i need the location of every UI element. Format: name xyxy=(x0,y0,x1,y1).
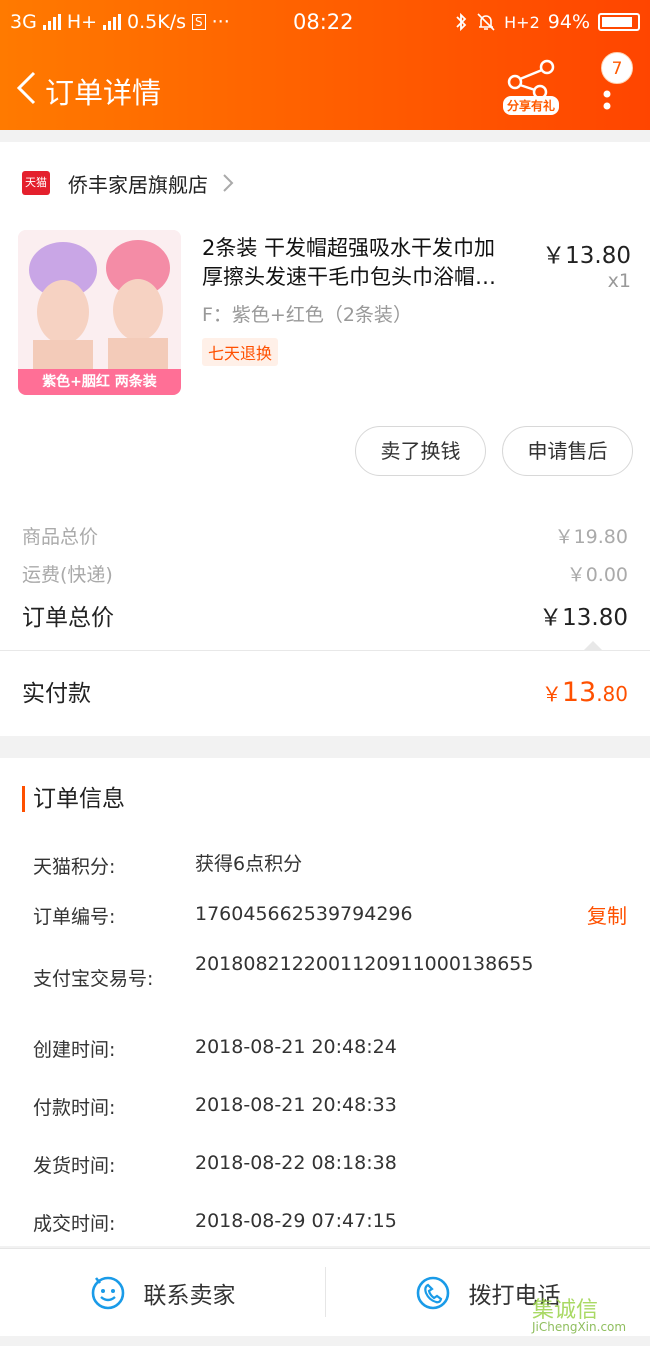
info-value: 2018-08-22 08:18:38 xyxy=(195,1152,397,1174)
battery-percent: 94% xyxy=(547,11,590,33)
info-key: 支付宝交易号: xyxy=(33,968,154,990)
share-gift-label[interactable]: 分享有礼 xyxy=(503,96,560,115)
shop-name: 侨丰家居旗舰店 xyxy=(68,172,208,197)
status-right: H+2 94% xyxy=(454,11,640,33)
info-value: 2018-08-29 07:47:15 xyxy=(195,1210,397,1232)
goods-total-row: 商品总价 ￥19.80 xyxy=(22,522,628,549)
product-quantity: x1 xyxy=(607,270,631,292)
sell-resell-button[interactable]: 卖了换钱 xyxy=(355,426,486,476)
product-title-line-2: 厚擦头发速干毛巾包头巾浴帽… xyxy=(202,265,496,289)
status-time: 08:22 xyxy=(293,10,354,34)
page-title: 订单详情 xyxy=(45,76,162,110)
network-speed: 0.5K/s xyxy=(127,11,187,33)
order-total-label: 订单总价 xyxy=(22,605,114,631)
status-left: 3G H+ 0.5K/s S ··· xyxy=(10,11,230,33)
paid-decimal: .80 xyxy=(596,682,628,706)
info-value: 176045662539794296 xyxy=(195,903,413,925)
goods-total-value: ￥19.80 xyxy=(554,526,628,548)
order-card: 天猫 侨丰家居旗舰店 紫色+胭红 两条装 2条装 干发帽超强吸水干发巾加 厚擦头… xyxy=(0,142,650,736)
more-dots: ··· xyxy=(211,11,230,33)
app-header: 3G H+ 0.5K/s S ··· 08:22 H+2 94% 订单详情 分享… xyxy=(0,0,650,130)
paid-integer: 13 xyxy=(561,677,597,708)
network-hplus-label: H+ xyxy=(66,11,98,33)
copy-order-number-button[interactable]: 复制 xyxy=(587,900,627,929)
after-sale-button[interactable]: 申请售后 xyxy=(502,426,633,476)
product-title[interactable]: 2条装 干发帽超强吸水干发巾加 厚擦头发速干毛巾包头巾浴帽… xyxy=(202,234,542,292)
info-value: 2018-08-21 20:48:24 xyxy=(195,1036,397,1058)
shipping-label: 运费(快递) xyxy=(22,564,113,586)
info-key: 订单编号: xyxy=(33,906,116,928)
paid-label: 实付款 xyxy=(22,681,91,707)
bluetooth-icon xyxy=(456,12,467,32)
product-title-line-1: 2条装 干发帽超强吸水干发巾加 xyxy=(202,236,496,260)
order-total-value: ￥13.80 xyxy=(539,605,628,631)
contact-seller-label: 联系卖家 xyxy=(143,1283,236,1309)
info-key: 付款时间: xyxy=(33,1097,116,1119)
site-watermark: 集诚信 JiChengXin.com xyxy=(532,1292,626,1334)
navbar: 订单详情 分享有礼 7 xyxy=(0,52,650,118)
sim-icon: S xyxy=(192,14,206,30)
network-h2-label: H+2 xyxy=(504,12,540,32)
info-key: 天猫积分: xyxy=(33,856,116,878)
order-info-section: 订单信息 天猫积分: 获得6点积分 订单编号: 1760456625397942… xyxy=(0,758,650,1246)
watermark-subtext: JiChengXin.com xyxy=(532,1320,627,1334)
signal-icon xyxy=(42,14,61,30)
divider xyxy=(0,650,650,651)
product-price: ￥13.80 xyxy=(542,243,631,269)
shipping-value: ￥0.00 xyxy=(566,564,628,586)
battery-icon xyxy=(598,13,640,31)
product-image-caption: 紫色+胭红 两条装 xyxy=(18,369,181,395)
phone-icon xyxy=(416,1276,449,1310)
mute-alarm-icon xyxy=(477,13,495,31)
product-sku: F：紫色+红色（2条装） xyxy=(202,304,412,326)
tmall-logo-icon: 天猫 xyxy=(22,171,50,195)
shop-link[interactable]: 天猫 侨丰家居旗舰店 xyxy=(22,166,234,200)
order-info-title: 订单信息 xyxy=(22,786,125,812)
goods-total-label: 商品总价 xyxy=(22,526,99,548)
info-value: 获得6点积分 xyxy=(195,853,303,875)
info-key: 创建时间: xyxy=(33,1039,116,1061)
paid-amount: ￥13.80 xyxy=(542,677,628,708)
contact-seller-button[interactable]: 联系卖家 xyxy=(0,1249,325,1337)
info-value: 2018-08-21 20:48:33 xyxy=(195,1094,397,1116)
paid-row: 实付款 ￥13.80 xyxy=(22,674,628,708)
message-count-badge[interactable]: 7 xyxy=(601,52,633,84)
info-key: 发货时间: xyxy=(33,1155,116,1177)
return-policy-tag: 七天退换 xyxy=(202,338,279,366)
status-bar: 3G H+ 0.5K/s S ··· 08:22 H+2 94% xyxy=(0,8,650,38)
network-3g-label: 3G xyxy=(10,11,37,33)
shipping-row: 运费(快递) ￥0.00 xyxy=(22,560,628,587)
divider-pointer xyxy=(584,641,602,650)
product-image[interactable]: 紫色+胭红 两条装 xyxy=(18,230,181,395)
paid-currency: ￥ xyxy=(541,682,562,706)
order-total-row: 订单总价 ￥13.80 xyxy=(22,598,628,632)
chat-bubble-icon xyxy=(91,1276,124,1310)
info-key: 成交时间: xyxy=(33,1213,116,1235)
back-arrow-icon[interactable] xyxy=(14,70,38,106)
signal-icon-2 xyxy=(103,14,122,30)
info-value: 2018082122001120911000138655 xyxy=(195,953,534,975)
chevron-right-icon xyxy=(223,174,234,192)
